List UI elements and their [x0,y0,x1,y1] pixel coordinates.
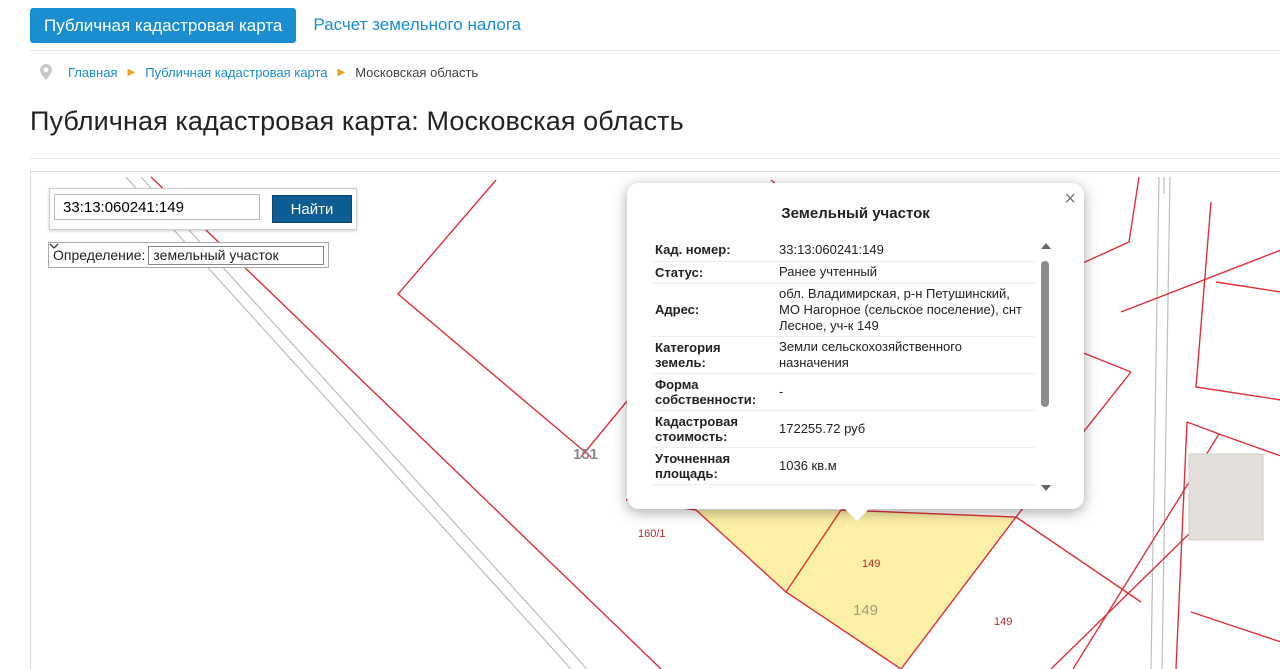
row-key: Статус: [651,261,767,284]
row-value: Ранее учтенный [767,261,1037,284]
cadastral-number-input[interactable] [54,194,260,220]
scroll-down-icon[interactable] [1041,485,1051,491]
definition-select[interactable]: земельный участок [49,243,325,265]
popup-content[interactable]: Кад. номер: 33:13:060241:149 Статус: Ран… [651,239,1041,493]
tab-land-tax-calculation[interactable]: Расчет земельного налога [313,15,521,35]
scroll-up-icon[interactable] [1041,243,1051,249]
popup-title: Земельный участок [781,205,930,222]
popup-scrollbar[interactable] [1039,243,1051,491]
table-row: Кад. номер: 33:13:060241:149 [651,239,1037,262]
breadcrumb: Главная ▶ Публичная кадастровая карта ▶ … [40,64,478,80]
parcel-label-149-right: 149 [994,616,1013,628]
parcel-label-160-1: 160/1 [638,528,666,540]
row-value: - [767,373,1037,411]
cadastral-map[interactable]: 151 160/1 149 149 149 Найти Определение:… [30,171,1280,669]
chevron-down-icon [49,243,59,249]
breadcrumb-current: Московская область [355,64,479,80]
title-divider [30,158,1280,159]
nav-divider [30,50,1280,51]
row-key: Кадастровая стоимость: [651,410,767,448]
row-value: обл. Владимирская, р-н Петушинский, МО Н… [767,283,1037,337]
scroll-thumb[interactable] [1041,261,1049,407]
search-panel: Найти [49,188,357,230]
breadcrumb-separator-icon: ▶ [337,66,346,78]
definition-label: Определение: [53,247,146,263]
row-key: Уточненная площадь: [651,447,767,485]
row-key: Категория земель: [651,336,767,374]
building-footprint [1188,453,1264,541]
popup-pointer [845,509,869,521]
row-key: Адрес: [651,283,767,337]
definition-panel: Определение: земельный участок [48,242,330,268]
row-value: 1036 кв.м [767,447,1037,485]
row-key: Кад. номер: [651,239,767,262]
parcel-info-table: Кад. номер: 33:13:060241:149 Статус: Ран… [651,239,1037,493]
table-row: Адрес: обл. Владимирская, р-н Петушински… [651,283,1037,337]
tab-public-cadastral-map[interactable]: Публичная кадастровая карта [30,7,297,43]
parcel-label-151: 151 [573,446,599,463]
parcel-info-popup: × Земельный участок Кад. номер: 33:13:06… [627,183,1084,521]
row-value: 172255.72 руб [767,410,1037,448]
table-row: Уточненная площадь: 1036 кв.м [651,447,1037,485]
parcel-label-149-small: 149 [862,558,881,570]
row-value: 33:13:060241:149 [767,239,1037,262]
breadcrumb-map[interactable]: Публичная кадастровая карта [145,65,327,80]
location-pin-icon [40,64,52,80]
definition-selected-value: земельный участок [153,247,279,263]
table-row: Кадастровая стоимость: 172255.72 руб [651,410,1037,448]
table-row: Категория земель: Земли сельскохозяйстве… [651,336,1037,374]
breadcrumb-separator-icon: ▶ [127,66,136,78]
parcel-label-149-large: 149 [853,602,879,619]
row-key: Разрешенное [651,484,767,493]
table-row: Форма собственности: - [651,373,1037,411]
page-title: Публичная кадастровая карта: Московская … [30,106,684,136]
top-navigation: Публичная кадастровая карта Расчет земел… [30,7,521,43]
row-key: Форма собственности: [651,373,767,411]
table-row: Разрешенное [651,484,1037,493]
selected-parcel [696,510,1016,669]
row-value: Земли сельскохозяйственного назначения [767,336,1037,374]
breadcrumb-home[interactable]: Главная [68,65,117,80]
table-row: Статус: Ранее учтенный [651,261,1037,284]
row-value [767,484,1037,493]
find-button[interactable]: Найти [272,195,352,223]
